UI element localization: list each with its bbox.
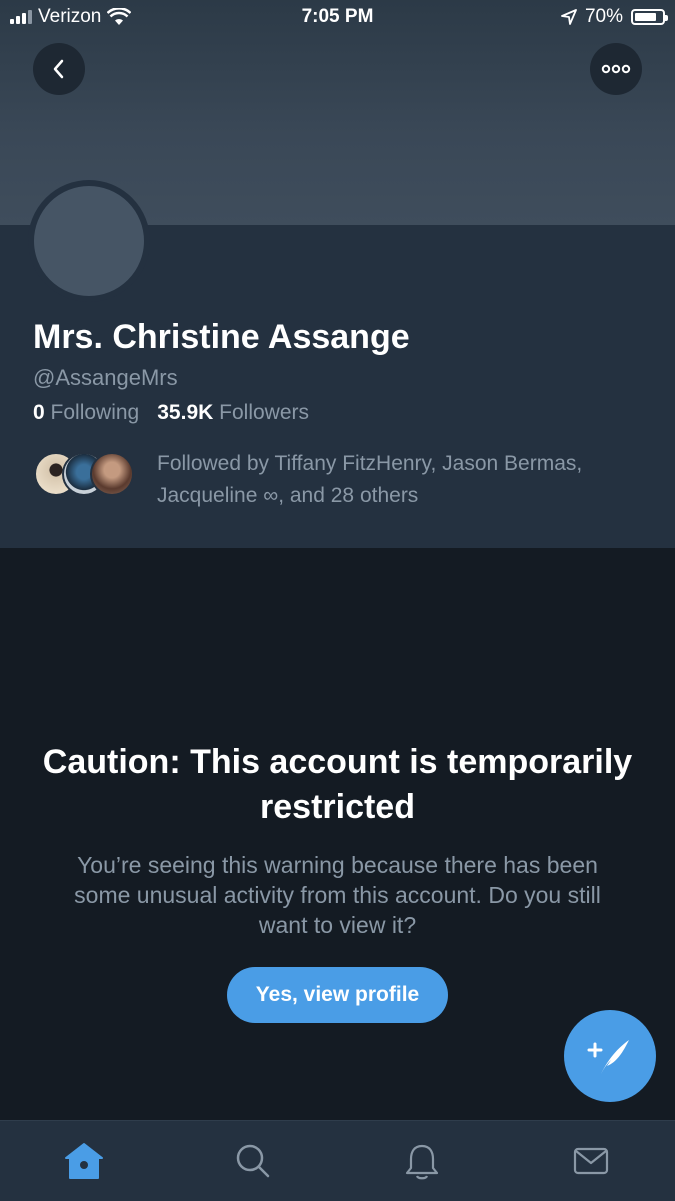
back-button[interactable] [33,43,85,95]
tab-bar [0,1120,675,1201]
followed-by-text[interactable]: Followed by Tiffany FitzHenry, Jason Ber… [157,448,657,512]
battery-icon [631,9,668,25]
location-icon [561,9,577,25]
battery-percent: 70% [584,6,623,27]
avatar[interactable] [28,180,150,302]
followers-link[interactable]: 35.9K Followers [157,401,309,425]
tab-notifications[interactable] [392,1131,452,1191]
profile-handle: @AssangeMrs [33,365,178,390]
follow-stats: 0 Following 35.9K Followers [33,401,309,425]
followed-by-avatars[interactable] [34,452,134,496]
following-label: Following [50,401,140,424]
messages-icon [573,1147,608,1175]
search-icon [236,1144,270,1178]
following-link[interactable]: 0 Following [33,401,139,425]
home-icon [65,1143,104,1179]
profile-name: Mrs. Christine Assange [33,318,410,356]
more-options-button[interactable] [590,43,642,95]
notifications-icon [405,1144,438,1180]
ellipsis-icon [601,64,631,74]
follower-avatar [90,452,134,496]
followers-label: Followers [219,401,309,424]
caution-title: Caution: This account is temporarily res… [42,743,633,826]
compose-tweet-icon [587,1040,629,1074]
compose-tweet-button[interactable] [564,1010,656,1102]
status-bar: Verizon 7:05 PM 70% [0,0,675,36]
view-profile-button[interactable]: Yes, view profile [227,967,448,1023]
tab-home[interactable] [54,1131,114,1191]
following-count: 0 [33,401,45,424]
followers-count: 35.9K [157,401,214,424]
tab-messages[interactable] [561,1131,621,1191]
chevron-left-icon [53,59,64,79]
caution-message: You’re seeing this warning because there… [74,852,601,938]
tab-search[interactable] [223,1131,283,1191]
